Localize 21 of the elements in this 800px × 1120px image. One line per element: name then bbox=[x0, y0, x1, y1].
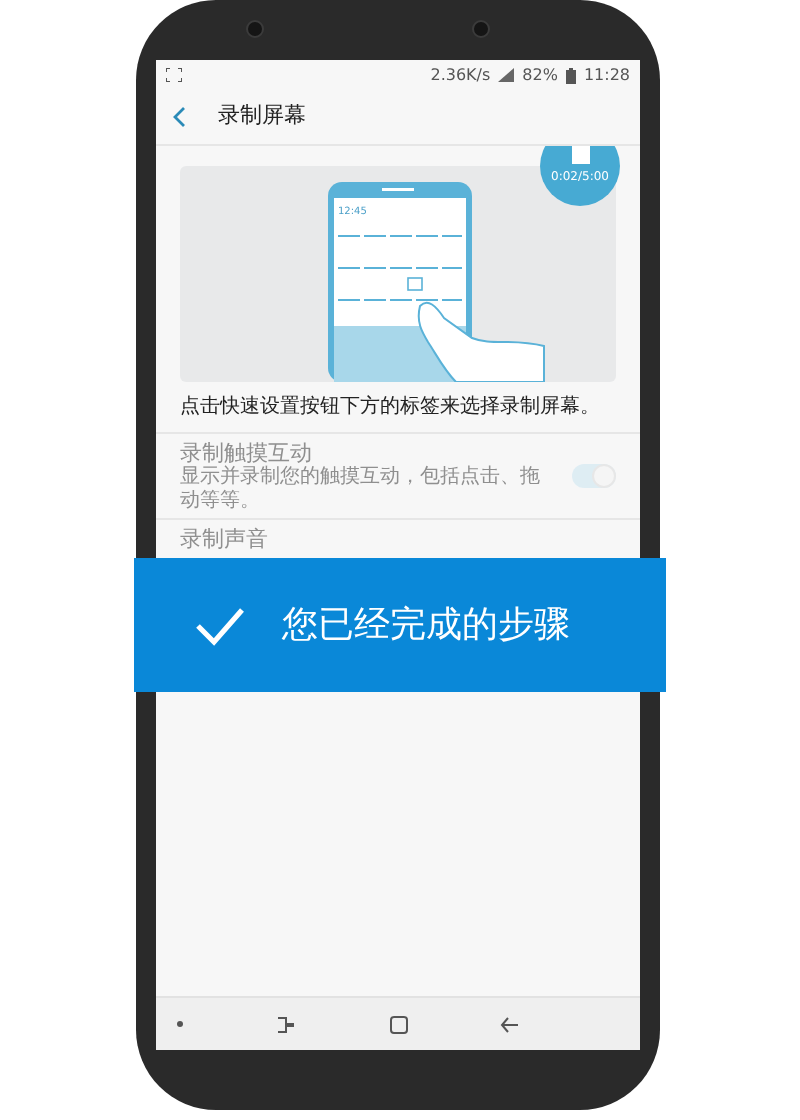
page-title: 录制屏幕 bbox=[218, 100, 306, 133]
setting-title: 录制触摸互动 bbox=[180, 440, 314, 466]
screenshot-icon bbox=[166, 68, 182, 82]
signal-icon bbox=[498, 68, 515, 82]
recents-icon[interactable] bbox=[276, 1015, 297, 1033]
back-icon[interactable] bbox=[499, 1015, 520, 1033]
network-speed: 2.36K/s bbox=[430, 63, 491, 87]
dot-icon[interactable] bbox=[176, 1020, 184, 1028]
setting-description: 显示并录制您的触摸互动，包括点击、拖动等等。 bbox=[180, 466, 542, 513]
camera-icon bbox=[472, 20, 490, 38]
sensor-icon bbox=[246, 20, 264, 38]
banner-text: 您已经完成的步骤 bbox=[282, 602, 570, 650]
battery-level: 82% bbox=[522, 63, 558, 87]
back-icon[interactable] bbox=[172, 106, 186, 128]
clock: 11:28 bbox=[583, 63, 630, 87]
stop-icon bbox=[571, 146, 589, 164]
setting-title: 录制声音 bbox=[180, 526, 270, 553]
check-icon bbox=[194, 605, 246, 645]
home-icon[interactable] bbox=[389, 1015, 407, 1033]
battery-icon bbox=[565, 67, 576, 83]
caption-text: 点击快速设置按钮下方的标签来选择录制屏幕。 bbox=[156, 382, 640, 434]
